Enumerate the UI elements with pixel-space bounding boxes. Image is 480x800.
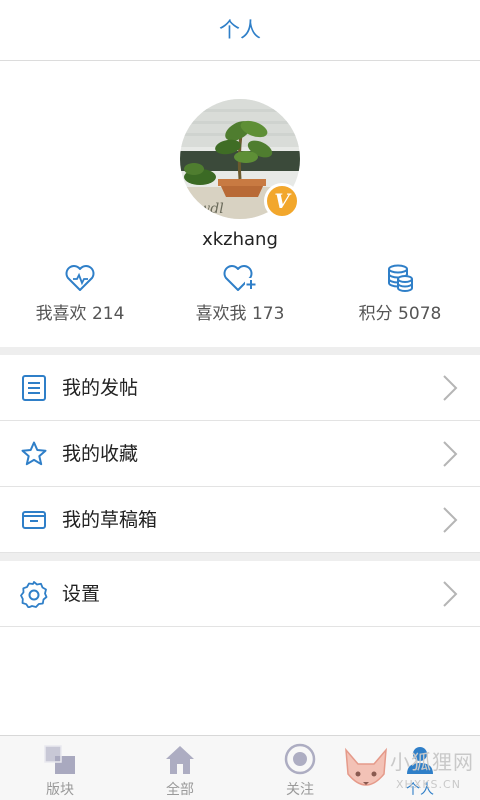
chevron-right-icon: [442, 440, 458, 468]
menu-label: 我的收藏: [62, 443, 139, 465]
chevron-right-icon: [442, 374, 458, 402]
username: xkzhang: [202, 229, 278, 250]
chevron-right-icon: [442, 506, 458, 534]
watermark-text: 小狐狸网: [390, 750, 474, 774]
stat-label: 积分 5078: [358, 304, 442, 324]
tab-label: 版块: [46, 782, 74, 798]
profile-card: ewdl V xkzhang 我喜欢 214 喜欢我 173 积分 5078: [0, 61, 480, 347]
fox-logo-icon: [345, 747, 387, 786]
stat-label: 我喜欢 214: [35, 304, 125, 324]
section-divider: [0, 553, 480, 561]
stat-likes-me[interactable]: 喜欢我 173: [160, 263, 320, 324]
menu-my-posts[interactable]: 我的发帖: [0, 355, 480, 421]
watermark-domain: XHXKS.CN: [396, 778, 461, 791]
gear-icon: [20, 580, 48, 609]
svg-text:ewdl: ewdl: [190, 201, 224, 217]
home-icon: [120, 736, 240, 776]
section-divider: [0, 347, 480, 355]
menu-settings[interactable]: 设置: [0, 561, 480, 627]
coins-icon: [320, 263, 480, 293]
tab-sections[interactable]: 版块: [0, 736, 120, 800]
top-bar: 个人: [0, 0, 480, 61]
chevron-right-icon: [442, 580, 458, 608]
tab-all[interactable]: 全部: [120, 736, 240, 800]
heart-icon: [0, 263, 160, 293]
drafts-box-icon: [20, 506, 48, 534]
menu-my-favorites[interactable]: 我的收藏: [0, 421, 480, 487]
page-title: 个人: [219, 18, 261, 42]
stat-i-like[interactable]: 我喜欢 214: [0, 263, 160, 324]
stat-label: 喜欢我 173: [195, 304, 285, 324]
menu-label: 我的草稿箱: [62, 509, 158, 531]
tab-label: 全部: [166, 782, 194, 798]
menu-label: 设置: [62, 583, 101, 605]
site-watermark: 小狐狸网 XHXKS.CN: [340, 738, 480, 800]
verified-badge: V: [264, 183, 300, 219]
section-squares-icon: [0, 736, 120, 776]
heart-plus-icon: [160, 263, 320, 293]
menu-my-drafts[interactable]: 我的草稿箱: [0, 487, 480, 553]
star-icon: [20, 440, 48, 468]
stat-points[interactable]: 积分 5078: [320, 263, 480, 324]
list-doc-icon: [20, 374, 48, 402]
menu-label: 我的发帖: [62, 377, 139, 399]
